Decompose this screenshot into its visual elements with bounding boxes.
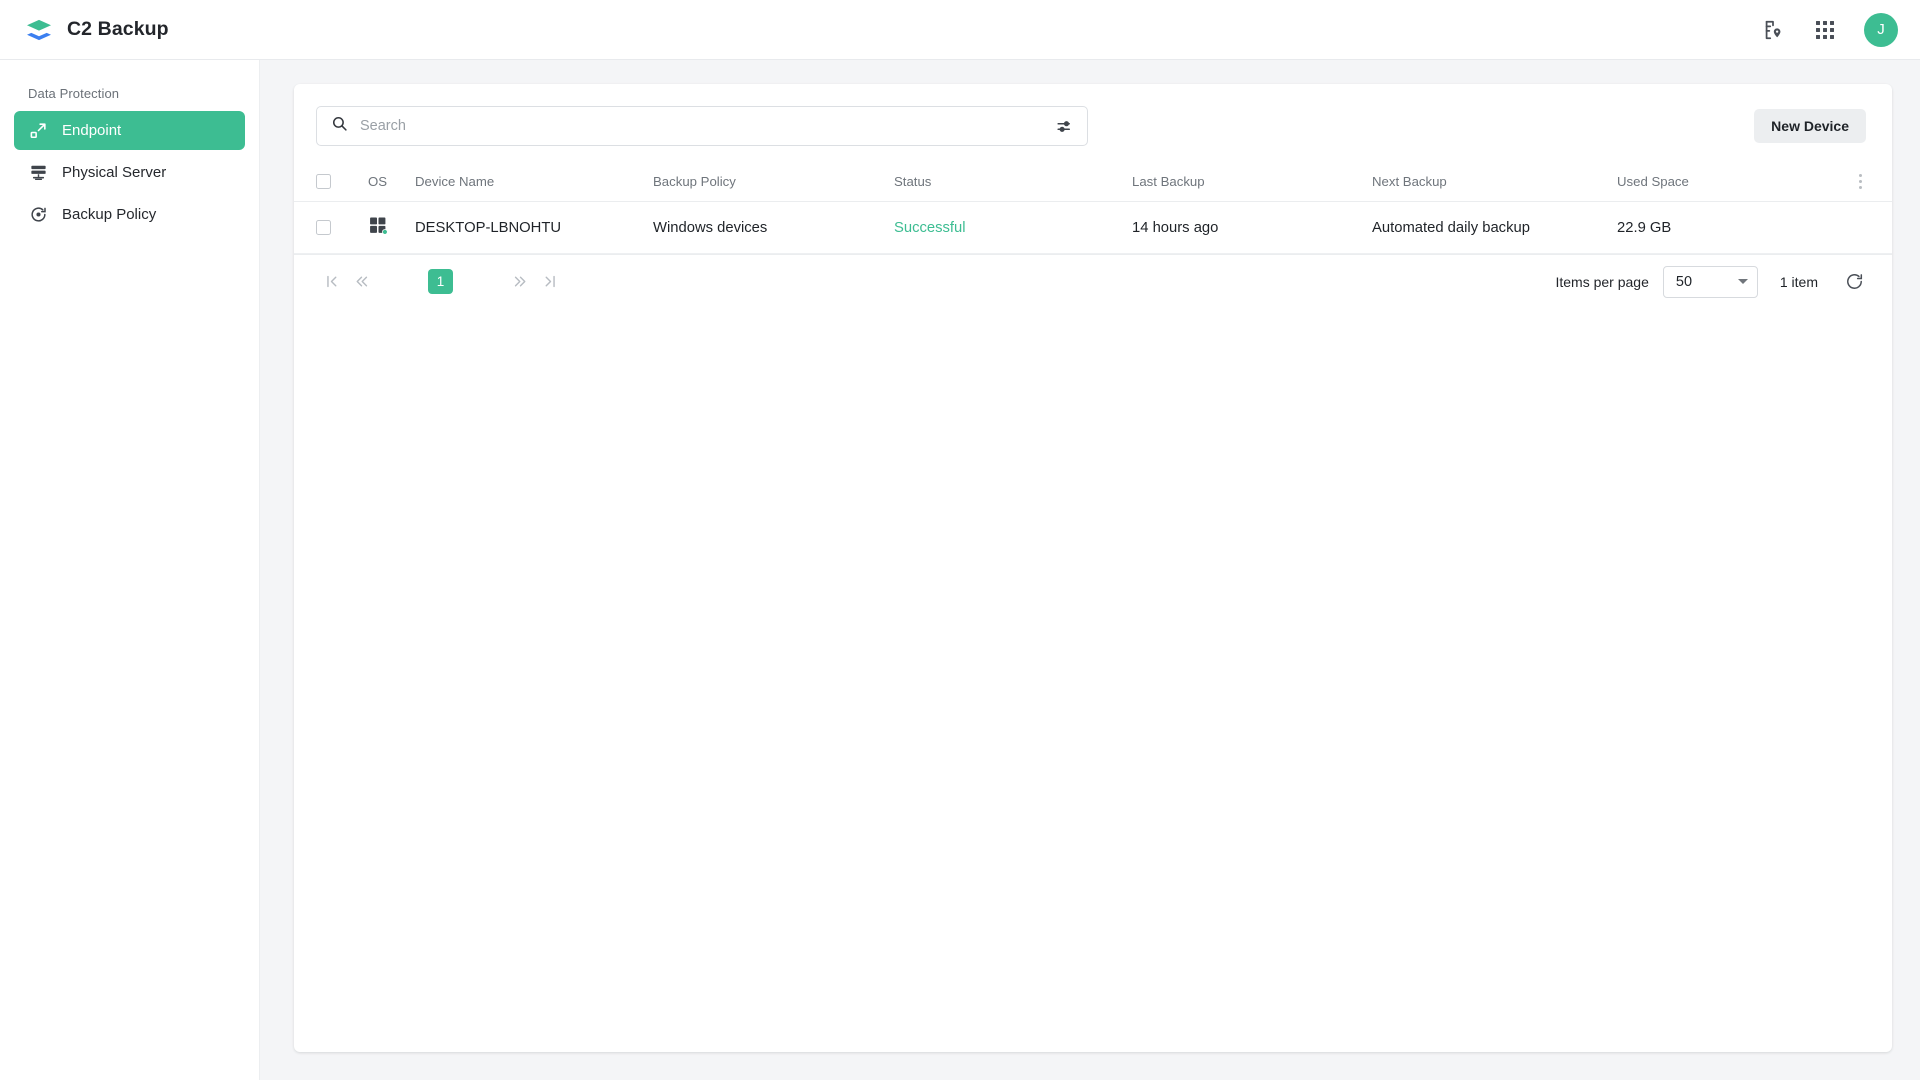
avatar-initial: J: [1877, 21, 1885, 38]
row-checkbox[interactable]: [316, 220, 331, 235]
sidebar-item-endpoint[interactable]: Endpoint: [14, 111, 245, 150]
column-header-os[interactable]: OS: [368, 174, 415, 189]
endpoint-node-icon: [28, 121, 48, 141]
column-header-backup-policy[interactable]: Backup Policy: [653, 174, 894, 189]
row-os-cell: [368, 215, 415, 240]
sidebar: Data Protection Endpoint Physical Server…: [0, 60, 260, 1080]
column-options-cell: [1840, 170, 1880, 192]
search-box[interactable]: [316, 106, 1088, 146]
item-count: 1 item: [1779, 273, 1818, 290]
page-number-1[interactable]: 1: [428, 269, 453, 294]
row-device-name: DESKTOP-LBNOHTU: [415, 219, 562, 236]
column-header-used-space[interactable]: Used Space: [1617, 174, 1840, 189]
more-vertical-icon[interactable]: [1855, 170, 1866, 192]
row-last-backup: 14 hours ago: [1132, 219, 1219, 236]
sidebar-section-title: Data Protection: [28, 86, 120, 101]
search-input[interactable]: [348, 118, 1053, 134]
refresh-icon[interactable]: [1842, 270, 1866, 294]
row-next-backup: Automated daily backup: [1372, 219, 1530, 236]
items-per-page-label: Items per page: [1555, 273, 1649, 290]
sidebar-item-backup-policy[interactable]: Backup Policy: [14, 195, 245, 234]
table-body: DESKTOP-LBNOHTU Windows devices Successf…: [294, 202, 1892, 254]
brand[interactable]: C2 Backup: [24, 15, 169, 45]
search-icon: [331, 115, 348, 137]
column-header-status[interactable]: Status: [894, 174, 1132, 189]
row-used-space: 22.9 GB: [1617, 219, 1672, 236]
table-header-row: OS Device Name Backup Policy Status Last…: [294, 162, 1892, 202]
items-per-page-select[interactable]: 50: [1662, 265, 1758, 298]
first-page-icon[interactable]: [316, 267, 346, 297]
prev-page-icon[interactable]: [346, 267, 376, 297]
next-page-icon[interactable]: [505, 267, 535, 297]
chevron-down-icon: [1737, 279, 1748, 284]
table-footer: 1 Items per page 50 1 item: [294, 254, 1892, 308]
windows-icon: [368, 217, 388, 239]
app-title: C2 Backup: [67, 18, 169, 40]
row-status-badge: Successful: [894, 219, 966, 236]
select-all-cell: [316, 174, 368, 189]
items-per-page-value: 50: [1675, 273, 1693, 290]
new-device-button[interactable]: New Device: [1754, 109, 1866, 143]
layers-icon: [27, 19, 51, 40]
column-header-next-backup[interactable]: Next Backup: [1372, 174, 1617, 189]
devices-table: OS Device Name Backup Policy Status Last…: [294, 162, 1892, 254]
column-header-device-name[interactable]: Device Name: [415, 174, 653, 189]
footer-right: Items per page 50 1 item: [1555, 265, 1866, 298]
app-shell: Data Protection Endpoint Physical Server…: [0, 60, 1920, 1080]
last-page-icon[interactable]: [535, 267, 565, 297]
apps-grid-icon[interactable]: [1812, 17, 1838, 43]
top-bar-actions: J: [1760, 12, 1898, 47]
top-bar: C2 Backup J: [0, 0, 1920, 60]
policy-refresh-icon: [28, 205, 48, 225]
main-content: New Device OS Device Name Backup Policy …: [260, 60, 1920, 1080]
avatar[interactable]: J: [1864, 12, 1898, 47]
table-row[interactable]: DESKTOP-LBNOHTU Windows devices Successf…: [294, 202, 1892, 254]
filter-sliders-icon[interactable]: [1053, 115, 1075, 137]
panel-toolbar: New Device: [294, 84, 1892, 162]
server-icon: [28, 163, 48, 183]
row-backup-policy: Windows devices: [653, 219, 768, 236]
select-all-checkbox[interactable]: [316, 174, 331, 189]
column-header-last-backup[interactable]: Last Backup: [1132, 174, 1372, 189]
row-select-cell: [316, 220, 368, 235]
file-location-icon[interactable]: [1760, 17, 1786, 43]
apps-grid-dots: [1816, 20, 1834, 39]
devices-panel: New Device OS Device Name Backup Policy …: [294, 84, 1892, 1052]
sidebar-item-label-endpoint: Endpoint: [62, 122, 122, 139]
sidebar-item-label-backup-policy: Backup Policy: [62, 206, 157, 223]
sidebar-item-label-physical-server: Physical Server: [62, 164, 167, 181]
sidebar-item-physical-server[interactable]: Physical Server: [14, 153, 245, 192]
